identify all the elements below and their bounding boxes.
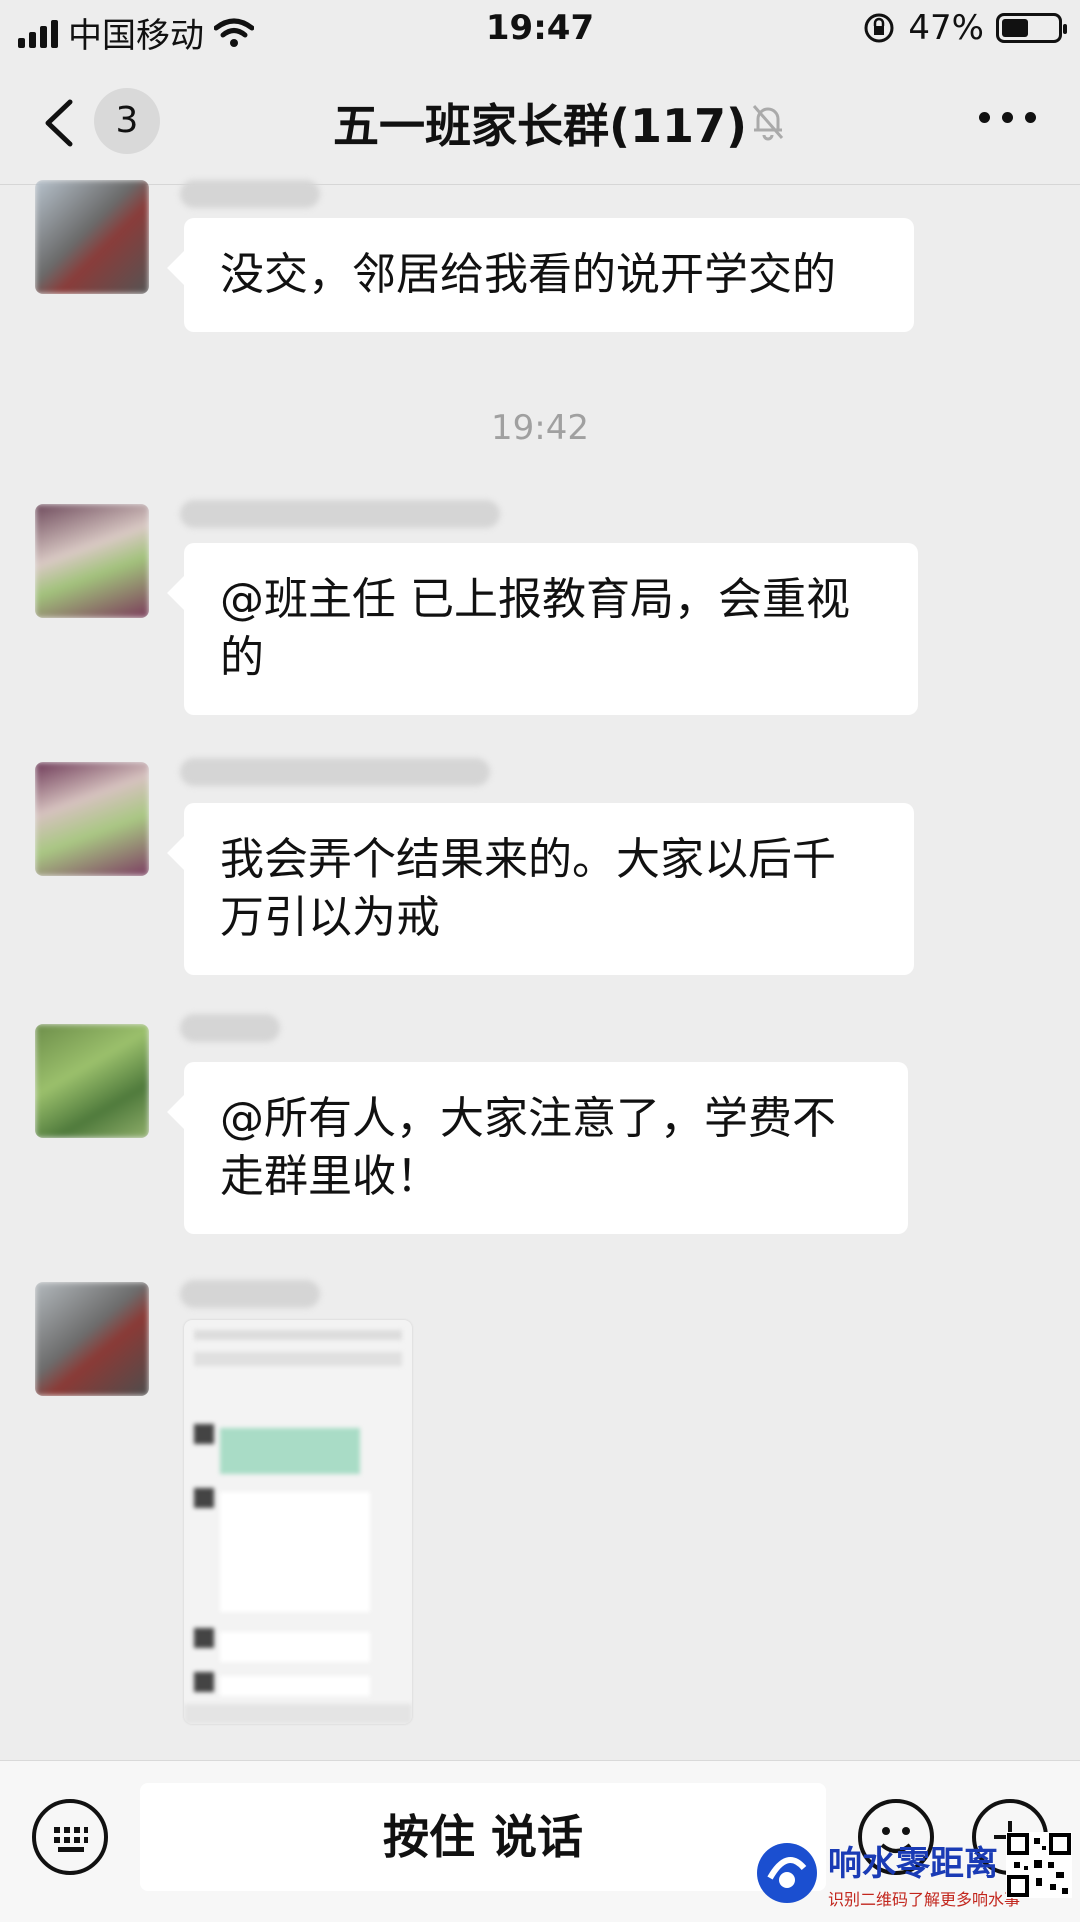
avatar[interactable] [35,504,149,618]
brand-logo-icon [757,1843,817,1903]
hold-to-talk-button[interactable]: 按住 说话 [140,1783,826,1891]
sender-name-blurred [180,180,320,208]
message-bubble[interactable]: 我会弄个结果来的。大家以后千万引以为戒 [184,803,914,975]
sender-name-blurred [180,1280,320,1308]
chat-header: 3 五一班家长群(117) [0,60,1080,185]
message-bubble[interactable]: @班主任 已上报教育局，会重视的 [184,543,918,715]
battery-percent: 47% [908,8,984,48]
watermark-caption: 识别二维码了解更多响水事 [828,1890,1021,1909]
shared-screenshot-image[interactable] [184,1320,412,1724]
sender-name-blurred [180,1014,280,1042]
status-bar: 中国移动 19:47 47% [0,0,1080,60]
message-text: 没交，邻居给我看的说开学交的 [220,249,836,300]
chat-title: 五一班家长群(117) [332,99,748,153]
message-text: @所有人，大家注意了，学费不走群里收！ [220,1093,836,1202]
avatar[interactable] [35,1024,149,1138]
sender-name-blurred [180,758,490,786]
rotation-lock-icon [864,13,894,43]
message-text: 我会弄个结果来的。大家以后千万引以为戒 [220,834,836,943]
watermark-brand: 响水零距离 [828,1844,998,1884]
more-options-icon[interactable] [979,112,1036,123]
avatar[interactable] [35,762,149,876]
time-divider: 19:42 [491,408,589,448]
message-text: @班主任 已上报教育局，会重视的 [220,574,850,683]
watermark-logo: 响水零距离 识别二维码了解更多响水事 [752,1832,1072,1918]
status-right: 47% [862,8,1067,48]
battery-icon [996,13,1067,43]
message-bubble[interactable]: @所有人，大家注意了，学费不走群里收！ [184,1062,908,1234]
avatar[interactable] [35,180,149,294]
muted-bell-icon [752,105,784,141]
message-bubble[interactable]: 没交，邻居给我看的说开学交的 [184,218,914,332]
keyboard-toggle-icon[interactable] [32,1799,108,1875]
qr-code-icon [1006,1832,1072,1898]
sender-name-blurred [180,500,500,528]
avatar[interactable] [35,1282,149,1396]
